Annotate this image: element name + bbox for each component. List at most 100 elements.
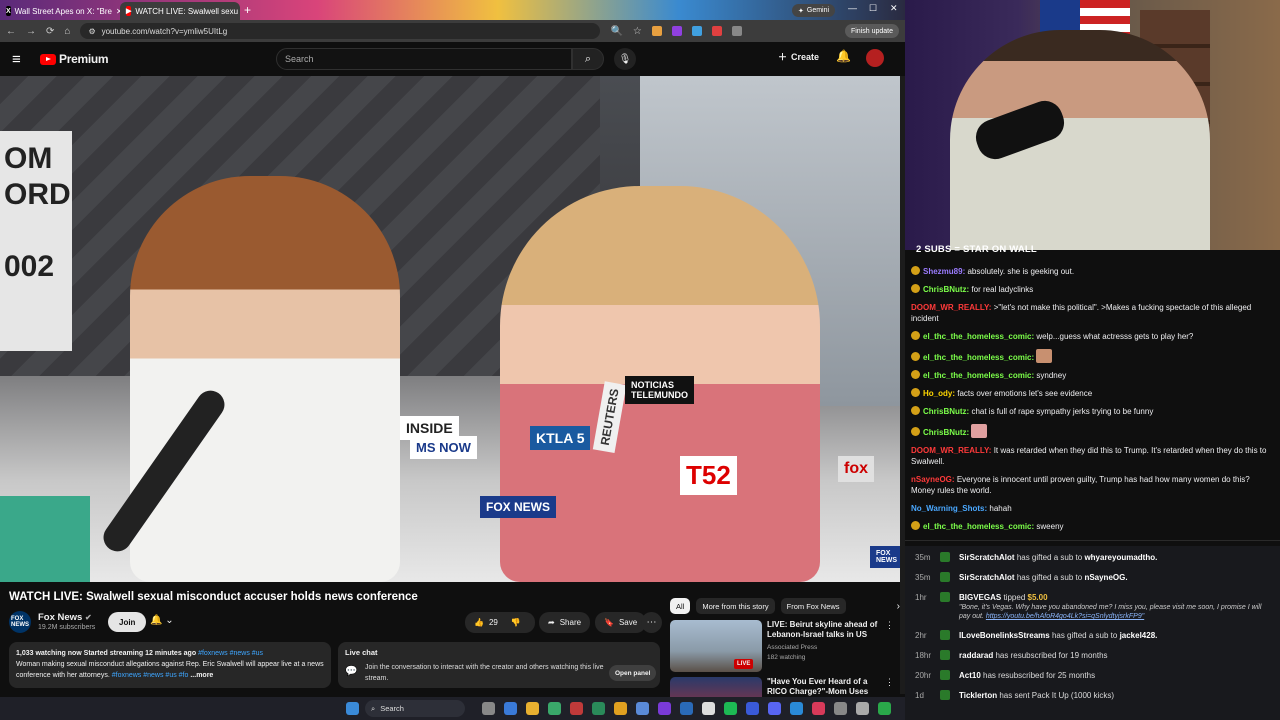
search-input[interactable]: Search	[276, 48, 572, 70]
event-user[interactable]: ILoveBonelinksStreams	[959, 631, 1050, 640]
app-icon[interactable]	[790, 702, 803, 715]
thumbs-up-icon[interactable]: 👍	[474, 618, 484, 627]
file-explorer-icon[interactable]	[614, 702, 627, 715]
more-actions-button[interactable]: ⋯	[641, 612, 662, 633]
extension-icon[interactable]	[651, 26, 662, 36]
forward-icon[interactable]: →	[26, 26, 36, 37]
finish-update-button[interactable]: Finish update	[844, 24, 899, 38]
task-view-icon[interactable]	[482, 702, 495, 715]
discord-icon[interactable]	[768, 702, 781, 715]
tab-twitter[interactable]: X Wall Street Apes on X: "Bre ✕	[0, 2, 120, 20]
like-count[interactable]: 29	[489, 618, 498, 627]
extension-icon[interactable]	[671, 26, 682, 36]
puzzle-icon[interactable]	[731, 26, 742, 36]
more-link[interactable]: ...more	[190, 672, 213, 679]
app-icon[interactable]	[570, 702, 583, 715]
tip-link[interactable]: https://youtu.be/hAfoR4go4Lk?si=qSnlydty…	[986, 613, 1144, 620]
back-icon[interactable]: ←	[6, 26, 16, 37]
create-button[interactable]: ＋ Create	[778, 50, 819, 63]
event-user[interactable]: raddarad	[959, 651, 993, 660]
event-user[interactable]: BIGVEGAS	[959, 593, 1001, 602]
chat-username[interactable]: Shezmu89:	[923, 267, 965, 276]
video-thumbnail[interactable]	[670, 677, 762, 697]
app-icon[interactable]	[592, 702, 605, 715]
event-target[interactable]: nSayneOG.	[1084, 573, 1127, 582]
bookmark-star-icon[interactable]: ☆	[633, 26, 642, 37]
event-user[interactable]: Ticklerton	[959, 691, 997, 700]
app-icon[interactable]	[680, 702, 693, 715]
recommendation-title[interactable]: LIVE: Beirut skyline ahead of Lebanon-Is…	[767, 620, 883, 640]
youtube-logo[interactable]: Premium	[40, 52, 109, 66]
app-icon[interactable]	[834, 702, 847, 715]
channel-name[interactable]: Fox News ✔	[38, 612, 92, 623]
kebab-menu-icon[interactable]: ⋮	[885, 620, 894, 631]
chat-username[interactable]: el_thc_the_homeless_comic:	[923, 332, 1034, 341]
app-icon[interactable]	[812, 702, 825, 715]
account-avatar[interactable]	[866, 49, 884, 67]
description-hashtags[interactable]: #foxnews #news #us #fo	[112, 672, 189, 679]
extension-icon[interactable]	[711, 26, 722, 36]
edge-icon[interactable]	[504, 702, 517, 715]
home-icon[interactable]: ⌂	[64, 26, 70, 37]
new-tab-button[interactable]: +	[244, 3, 251, 17]
tab-youtube[interactable]: ▶ WATCH LIVE: Swalwell sexu ✕	[120, 2, 240, 20]
chip-all[interactable]: All	[670, 598, 691, 614]
chip-from-fox-news[interactable]: From Fox News	[780, 598, 846, 614]
close-window-icon[interactable]: ✕	[890, 3, 898, 14]
open-panel-button[interactable]: Open panel	[609, 665, 657, 681]
chat-username[interactable]: ChrisBNutz:	[923, 285, 969, 294]
event-target[interactable]: jackel428.	[1120, 631, 1158, 640]
url-field[interactable]: ⚙ youtube.com/watch?v=ymliw5UItLg	[80, 23, 601, 39]
stats-hashtags[interactable]: #foxnews #news #us	[198, 650, 263, 657]
recommendation-channel[interactable]: Associated Press	[767, 644, 817, 651]
app-icon[interactable]	[702, 702, 715, 715]
share-button[interactable]: ➦ Share	[539, 612, 591, 633]
chat-username[interactable]: Ho_ody:	[923, 389, 955, 398]
chat-username[interactable]: ChrisBNutz:	[923, 428, 969, 437]
reload-icon[interactable]: ⟳	[46, 26, 54, 37]
app-icon[interactable]	[658, 702, 671, 715]
recommendation-title[interactable]: "Have You Ever Heard of a RICO Charge?"-…	[767, 677, 883, 697]
app-icon[interactable]	[548, 702, 561, 715]
hamburger-menu-icon[interactable]: ≡	[12, 51, 32, 68]
thumbs-down-icon[interactable]: 👎	[511, 618, 521, 627]
chat-username[interactable]: No_Warning_Shots:	[911, 504, 987, 513]
extension-icon[interactable]	[691, 26, 702, 36]
site-info-icon[interactable]: ⚙	[88, 27, 95, 36]
video-thumbnail[interactable]: LIVE	[670, 620, 762, 672]
event-user[interactable]: Act10	[959, 671, 981, 680]
search-button[interactable]: ⌕	[572, 48, 604, 70]
minimize-icon[interactable]: —	[848, 3, 857, 13]
chat-username[interactable]: ChrisBNutz:	[923, 407, 969, 416]
event-user[interactable]: SirScratchAlot	[959, 573, 1015, 582]
save-button[interactable]: 🔖 Save	[595, 612, 647, 633]
notifications-bell-icon[interactable]: 🔔	[836, 49, 851, 63]
chat-username[interactable]: el_thc_the_homeless_comic:	[923, 522, 1034, 531]
app-icon[interactable]	[746, 702, 759, 715]
description-box[interactable]: 1,033 watching now Started streaming 12 …	[9, 642, 331, 688]
spotify-icon[interactable]	[724, 702, 737, 715]
join-button[interactable]: Join	[108, 612, 147, 632]
kebab-menu-icon[interactable]: ⋮	[885, 677, 894, 688]
maximize-icon[interactable]: ☐	[869, 3, 877, 14]
chip-more-from-story[interactable]: More from this story	[696, 598, 775, 614]
app-icon[interactable]	[856, 702, 869, 715]
subscribe-bell-button[interactable]: 🔔 ⌄	[150, 615, 174, 626]
chat-username[interactable]: nSayneOG:	[911, 475, 955, 484]
voice-search-button[interactable]: 🎙	[614, 48, 636, 70]
chat-username[interactable]: el_thc_the_homeless_comic:	[923, 353, 1034, 362]
chat-username[interactable]: DOOM_WR_REALLY:	[911, 446, 991, 455]
recommendation-item[interactable]: LIVE LIVE: Beirut skyline ahead of Leban…	[670, 620, 900, 676]
channel-avatar[interactable]: FOX NEWS	[9, 611, 31, 633]
video-player[interactable]: OM ORD 002 INSIDE MS NOW KTLA 5 REUTERS NO…	[0, 76, 900, 582]
recommendation-item[interactable]: "Have You Ever Heard of a RICO Charge?"-…	[670, 677, 900, 697]
chrome-icon[interactable]	[526, 702, 539, 715]
chat-username[interactable]: DOOM_WR_REALLY:	[911, 303, 991, 312]
windows-start-icon[interactable]	[346, 702, 359, 715]
event-user[interactable]: SirScratchAlot	[959, 553, 1015, 562]
gemini-button[interactable]: ✦ Gemini	[792, 4, 836, 17]
zoom-icon[interactable]: 🔍	[610, 26, 622, 37]
taskbar-search[interactable]: ⌕ Search	[365, 700, 465, 717]
event-target[interactable]: $5.00	[1028, 593, 1048, 602]
event-target[interactable]: whyareyoumadtho.	[1084, 553, 1157, 562]
